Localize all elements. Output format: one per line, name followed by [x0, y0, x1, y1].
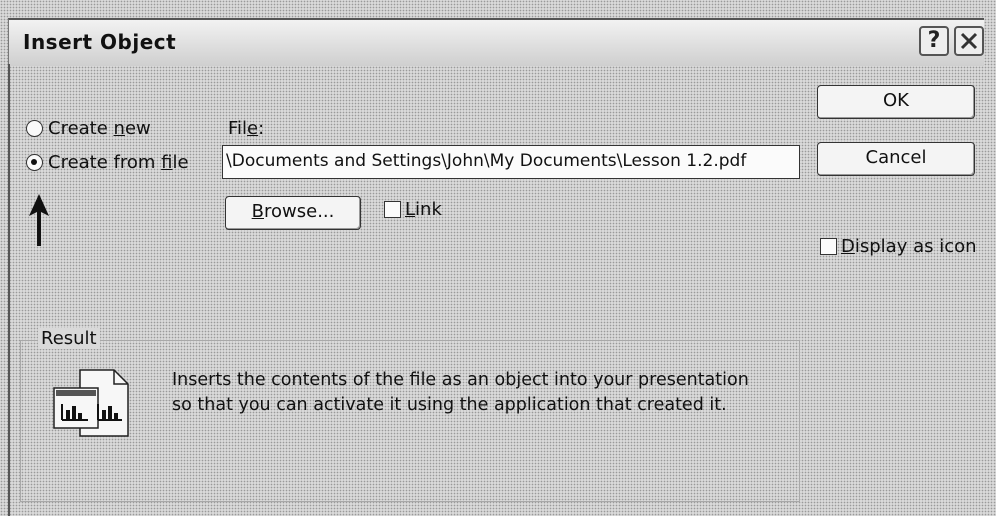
dialog-border — [8, 64, 10, 516]
link-checkbox[interactable]: Link — [384, 199, 442, 220]
radio-circle-selected — [26, 154, 43, 171]
link-label: Link — [405, 199, 442, 220]
ok-button[interactable]: OK — [817, 85, 975, 119]
close-button[interactable] — [954, 26, 984, 56]
result-label: Result — [38, 328, 100, 349]
display-as-icon-label: Display as icon — [841, 236, 977, 257]
file-label: File: — [228, 118, 265, 139]
result-line: Inserts the contents of the file as an o… — [172, 370, 749, 390]
create-new-radio[interactable]: Create new — [26, 118, 151, 139]
radio-circle — [26, 120, 43, 137]
close-icon — [960, 32, 978, 50]
create-from-file-radio[interactable]: Create from file — [26, 152, 189, 173]
browse-button[interactable]: Browse... — [225, 196, 361, 230]
cancel-button[interactable]: Cancel — [817, 142, 975, 176]
checkbox-box — [820, 238, 837, 255]
embedded-object-icon — [53, 369, 129, 437]
create-from-file-label: Create from file — [48, 152, 189, 173]
result-group — [20, 340, 800, 502]
checkbox-box — [384, 201, 401, 218]
display-as-icon-checkbox[interactable]: Display as icon — [820, 236, 977, 257]
insert-object-dialog: Insert Object ? Create new Create from f… — [0, 0, 996, 516]
result-line: so that you can activate it using the ap… — [172, 395, 727, 415]
title-bar[interactable]: Insert Object ? — [8, 18, 984, 66]
arrow-up-icon — [29, 194, 49, 246]
create-new-label: Create new — [48, 118, 151, 139]
result-description: Inserts the contents of the file as an o… — [172, 368, 792, 418]
file-path-input[interactable]: \Documents and Settings\John\My Document… — [222, 145, 800, 179]
dialog-title: Insert Object — [23, 30, 177, 54]
help-button[interactable]: ? — [919, 26, 949, 56]
